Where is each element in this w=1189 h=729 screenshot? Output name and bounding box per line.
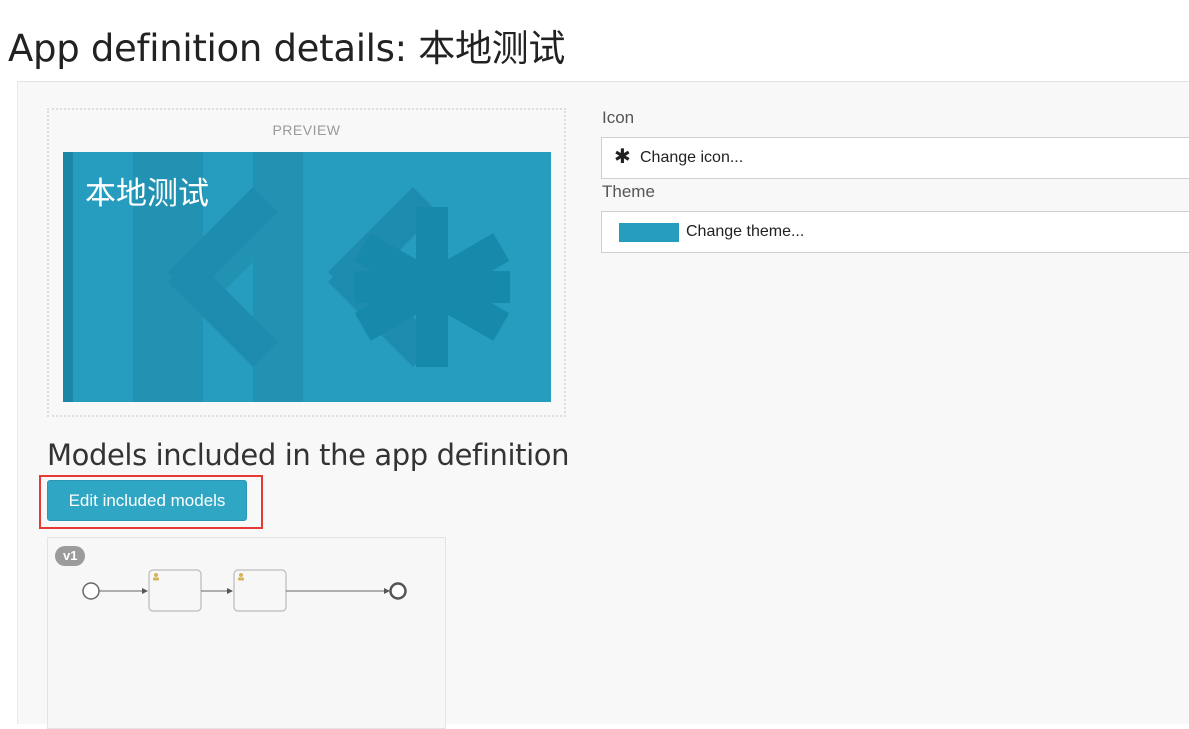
change-icon-button[interactable]: ✱ Change icon... xyxy=(601,137,1189,179)
change-theme-button[interactable]: Change theme... xyxy=(601,211,1189,253)
start-event xyxy=(82,582,100,600)
theme-color-swatch xyxy=(619,223,679,242)
process-diagram xyxy=(82,569,407,612)
preview-box: PREVIEW 本地测试 xyxy=(47,108,566,417)
edit-included-models-button[interactable]: Edit included models xyxy=(47,480,247,521)
theme-label: Theme xyxy=(602,182,655,201)
change-icon-label: Change icon... xyxy=(640,149,744,166)
asterisk-icon: ✱ xyxy=(614,146,631,168)
icon-label: Icon xyxy=(602,108,635,127)
change-theme-label: Change theme... xyxy=(686,223,805,240)
page-title: App definition details: 本地测试 xyxy=(8,27,566,70)
models-section-title: Models included in the app definition xyxy=(47,438,570,472)
app-definition-panel: PREVIEW 本地测试 Icon ✱ Change icon... Theme… xyxy=(17,81,1189,729)
end-event xyxy=(389,582,407,600)
app-tile-title: 本地测试 xyxy=(85,176,209,212)
app-tile-preview: 本地测试 xyxy=(63,152,551,402)
version-badge: v1 xyxy=(55,546,86,566)
model-thumbnail-card[interactable]: v1 xyxy=(47,537,446,729)
preview-label: PREVIEW xyxy=(272,122,341,138)
